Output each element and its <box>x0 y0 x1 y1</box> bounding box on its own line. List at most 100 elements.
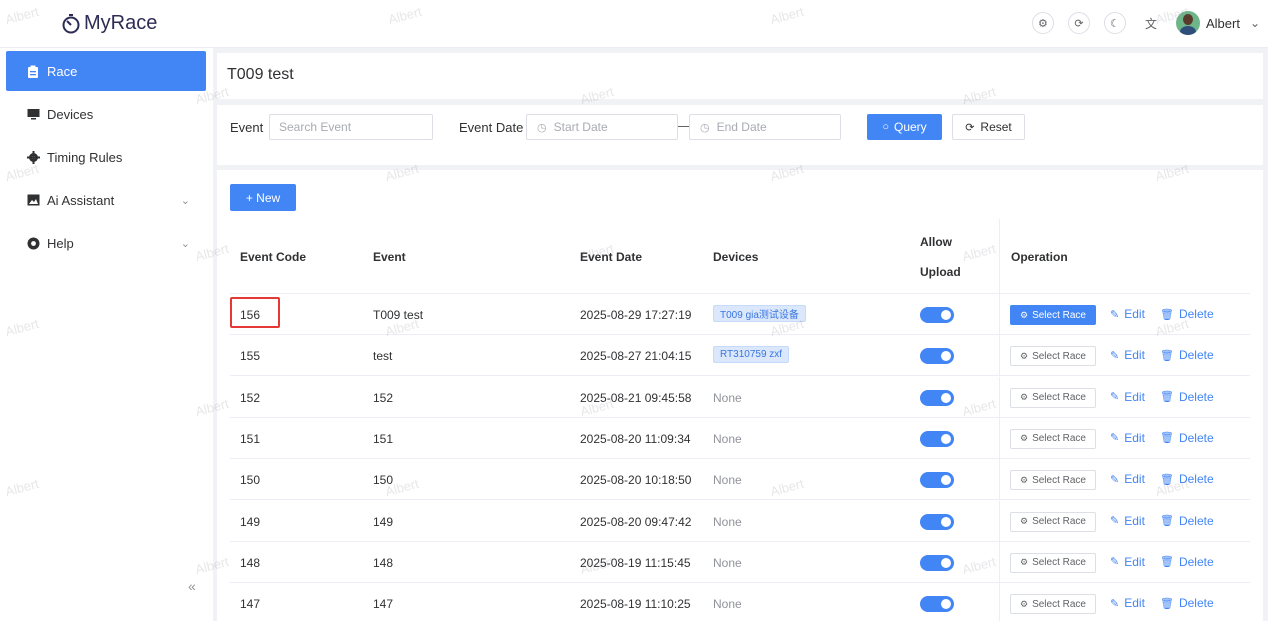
chevron-down-icon: ⌄ <box>180 237 190 250</box>
edit-button[interactable]: ✎ Edit <box>1110 307 1145 321</box>
gear-icon: ⚙ <box>1020 516 1029 526</box>
cell-event-code: 152 <box>240 390 261 405</box>
sidebar-item-label: Ai Assistant <box>47 192 115 208</box>
top-header: MyRace ⚙ ⟳ ☾ 文 Albert ⌄ <box>0 0 1268 48</box>
chevron-down-icon[interactable]: ⌄ <box>1250 16 1260 30</box>
delete-button[interactable]: 🗑 Delete <box>1160 555 1214 569</box>
user-name[interactable]: Albert <box>1206 16 1240 31</box>
cell-event-date: 2025-08-19 11:10:25 <box>580 597 691 612</box>
cell-event-code: 151 <box>240 431 261 446</box>
select-race-button[interactable]: ⚙ Select Race <box>1010 428 1096 449</box>
allow-upload-toggle[interactable] <box>920 348 954 365</box>
clock-icon: ◷ <box>537 121 547 134</box>
monitor-icon <box>26 107 40 121</box>
translate-icon[interactable]: 文 <box>1140 12 1162 34</box>
app-logo[interactable]: MyRace <box>60 12 157 35</box>
sidebar-item-devices[interactable]: Devices <box>6 94 206 134</box>
gear-icon: ⚙ <box>1020 474 1029 485</box>
sidebar-item-ai-assistant[interactable]: Ai Assistant ⌄ <box>6 180 206 220</box>
edit-button[interactable]: ✎ Edit <box>1110 514 1145 528</box>
edit-button[interactable]: ✎ Edit <box>1110 596 1145 610</box>
edit-icon: ✎ <box>1110 349 1120 362</box>
settings-icon[interactable]: ⚙ <box>1031 12 1054 34</box>
column-header-upload: Upload <box>920 265 961 279</box>
end-date-picker[interactable]: ◷ End Date <box>689 114 841 140</box>
cell-event-date: 2025-08-20 11:09:34 <box>580 431 691 446</box>
table-row: 147 147 2025-08-19 11:10:25 None ⚙ Select Rac… <box>230 583 1250 621</box>
start-date-picker[interactable]: ◷ Start Date <box>526 114 678 140</box>
delete-button[interactable]: 🗑 Delete <box>1160 596 1214 610</box>
select-race-button[interactable]: ⚙ Select Race <box>1010 511 1096 532</box>
select-race-button[interactable]: ⚙ Select Race <box>1010 305 1096 325</box>
delete-button[interactable]: 🗑 Delete <box>1160 307 1214 321</box>
allow-upload-toggle[interactable] <box>920 430 954 447</box>
allow-upload-toggle[interactable] <box>920 389 954 406</box>
edit-button[interactable]: ✎ Edit <box>1110 431 1145 445</box>
trash-icon: 🗑 <box>1160 473 1174 486</box>
delete-button[interactable]: 🗑 Delete <box>1160 514 1214 528</box>
sidebar-item-help[interactable]: Help ⌄ <box>6 223 206 263</box>
select-race-button[interactable]: ⚙ Select Race <box>1010 346 1096 367</box>
cell-event: 150 <box>373 473 394 488</box>
allow-upload-toggle[interactable] <box>920 472 954 489</box>
sidebar-item-timing-rules[interactable]: Timing Rules <box>6 137 206 177</box>
edit-button[interactable]: ✎ Edit <box>1110 348 1145 362</box>
query-button[interactable]: ○ Query <box>867 114 942 140</box>
page-title: T009 test <box>227 66 294 83</box>
gear-icon <box>26 150 40 164</box>
allow-upload-toggle[interactable] <box>920 307 954 323</box>
operation-column-divider <box>999 335 1000 376</box>
table-row: 149 149 2025-08-20 09:47:42 None ⚙ Select Rac… <box>230 500 1250 542</box>
cell-event-date: 2025-08-27 21:04:15 <box>580 349 692 364</box>
clipboard-icon <box>26 64 40 78</box>
table-row: 152 152 2025-08-21 09:45:58 None ⚙ Select Rac… <box>230 376 1250 418</box>
search-icon: ○ <box>882 121 889 133</box>
trash-icon: 🗑 <box>1160 308 1174 321</box>
cell-event-code: 155 <box>240 349 261 364</box>
sidebar-item-race[interactable]: Race <box>6 51 206 91</box>
allow-upload-toggle[interactable] <box>920 513 954 530</box>
allow-upload-toggle[interactable] <box>920 554 954 571</box>
sidebar-item-label: Help <box>47 235 74 251</box>
allow-upload-toggle[interactable] <box>920 596 954 613</box>
dark-mode-icon[interactable]: ☾ <box>1103 12 1126 34</box>
edit-button[interactable]: ✎ Edit <box>1110 390 1145 404</box>
avatar[interactable] <box>1175 11 1200 35</box>
table-row: 148 148 2025-08-19 11:15:45 None ⚙ Select Rac… <box>230 541 1250 583</box>
edit-button[interactable]: ✎ Edit <box>1110 555 1145 569</box>
edit-icon: ✎ <box>1110 432 1120 445</box>
delete-button[interactable]: 🗑 Delete <box>1160 431 1214 445</box>
cell-devices: None <box>713 390 742 405</box>
gear-icon: ⚙ <box>1020 598 1029 609</box>
edit-button[interactable]: ✎ Edit <box>1110 472 1145 486</box>
column-header-allow: Allow <box>920 235 952 249</box>
cell-event: 151 <box>373 431 394 446</box>
delete-button[interactable]: 🗑 Delete <box>1160 472 1214 486</box>
trash-icon: 🗑 <box>1160 556 1174 569</box>
device-tag: T009 gia测试设备 <box>713 305 806 322</box>
refresh-icon[interactable]: ⟳ <box>1067 12 1090 34</box>
gear-icon: ⚙ <box>1020 392 1029 403</box>
delete-button[interactable]: 🗑 Delete <box>1160 390 1214 404</box>
select-race-button[interactable]: ⚙ Select Race <box>1010 470 1096 491</box>
select-race-button[interactable]: ⚙ Select Race <box>1010 594 1096 615</box>
new-race-button[interactable]: + New <box>230 184 296 211</box>
event-search-input[interactable] <box>269 114 433 140</box>
delete-button[interactable]: 🗑 Delete <box>1160 348 1214 362</box>
edit-icon: ✎ <box>1110 556 1120 569</box>
column-header-operation: Operation <box>1011 250 1068 264</box>
operation-column-divider <box>999 376 1000 417</box>
clock-icon: ◷ <box>700 121 710 134</box>
cell-devices: None <box>713 473 742 488</box>
edit-icon: ✎ <box>1110 391 1120 404</box>
select-race-button[interactable]: ⚙ Select Race <box>1010 387 1096 408</box>
cell-event-code: 156 <box>240 308 261 322</box>
collapse-sidebar-button[interactable]: « <box>188 578 196 594</box>
image-icon <box>26 193 40 207</box>
cell-devices: None <box>713 514 742 529</box>
select-race-button[interactable]: ⚙ Select Race <box>1010 552 1096 573</box>
cell-event-date: 2025-08-20 09:47:42 <box>580 514 692 529</box>
operation-column-divider <box>999 500 1000 541</box>
trash-icon: 🗑 <box>1160 432 1174 445</box>
reset-button[interactable]: ⟳ Reset <box>952 114 1025 140</box>
